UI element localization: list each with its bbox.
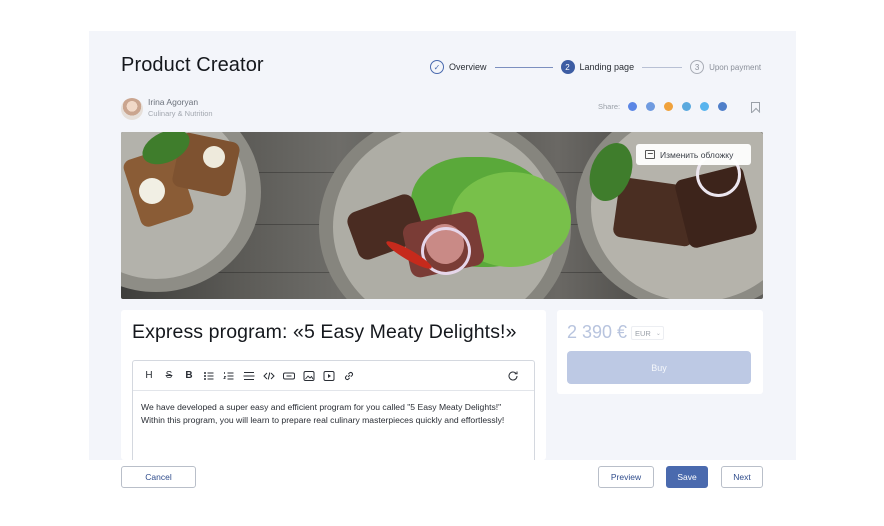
- image-icon[interactable]: [302, 369, 316, 383]
- author-info: Irina Agoryan Culinary & Nutrition: [121, 97, 213, 120]
- step-payment-label[interactable]: Upon payment: [709, 63, 761, 72]
- divider-icon[interactable]: [242, 369, 256, 383]
- code-icon[interactable]: [262, 369, 276, 383]
- footer-bar: Cancel Preview Save Next: [0, 460, 884, 526]
- step-landing-label[interactable]: Landing page: [580, 62, 635, 72]
- numbered-list-icon[interactable]: [222, 369, 236, 383]
- bookmark-icon[interactable]: [751, 102, 760, 113]
- step-overview-label[interactable]: Overview: [449, 62, 487, 72]
- product-title[interactable]: Express program: «5 Easy Meaty Delights!…: [132, 321, 517, 344]
- author-name: Irina Agoryan: [148, 97, 199, 107]
- video-icon[interactable]: [322, 369, 336, 383]
- refresh-icon[interactable]: [506, 369, 520, 383]
- description-text[interactable]: We have developed a super easy and effic…: [133, 391, 534, 426]
- price-value[interactable]: 2 390 €: [567, 322, 627, 343]
- next-button[interactable]: Next: [721, 466, 763, 488]
- editor-toolbar: H S B: [133, 361, 534, 391]
- step-connector: [642, 66, 683, 68]
- step-overview-check-icon[interactable]: ✓: [430, 60, 444, 74]
- avatar: [121, 97, 143, 120]
- buy-button[interactable]: Buy: [567, 351, 751, 384]
- page-title: Product Creator: [121, 54, 264, 76]
- odnoklassniki-icon[interactable]: [664, 102, 674, 111]
- description-editor: H S B We have developed a super easy and…: [132, 360, 535, 460]
- chevron-down-icon: ⌄: [655, 330, 661, 337]
- currency-value: EUR: [635, 328, 651, 338]
- linkedin-icon[interactable]: [718, 102, 728, 111]
- progress-stepper: ✓ Overview 2 Landing page 3 Upon payment: [430, 59, 761, 75]
- facebook-icon[interactable]: [628, 102, 638, 111]
- link-icon[interactable]: [342, 369, 356, 383]
- telegram-icon[interactable]: [682, 102, 692, 111]
- step-payment-marker[interactable]: 3: [690, 60, 705, 74]
- cancel-button[interactable]: Cancel: [121, 466, 196, 488]
- share-label: Share:: [598, 102, 621, 111]
- currency-select[interactable]: EUR ⌄: [631, 326, 664, 340]
- preview-button[interactable]: Preview: [598, 466, 654, 488]
- bold-button[interactable]: B: [182, 369, 196, 383]
- author-role: Culinary & Nutrition: [148, 109, 213, 118]
- change-cover-button[interactable]: Изменить обложку: [636, 144, 751, 165]
- share-bar: Share:: [598, 102, 736, 111]
- step-connector: [494, 66, 553, 68]
- strikethrough-button[interactable]: S: [162, 369, 176, 383]
- embed-icon[interactable]: [282, 369, 296, 383]
- save-button[interactable]: Save: [666, 466, 708, 488]
- vk-icon[interactable]: [646, 102, 656, 111]
- image-icon: [645, 150, 655, 159]
- change-cover-label: Изменить обложку: [660, 149, 734, 160]
- bulleted-list-icon[interactable]: [202, 369, 216, 383]
- step-landing-marker[interactable]: 2: [560, 60, 575, 74]
- twitter-icon[interactable]: [700, 102, 710, 111]
- heading-button[interactable]: H: [142, 369, 156, 383]
